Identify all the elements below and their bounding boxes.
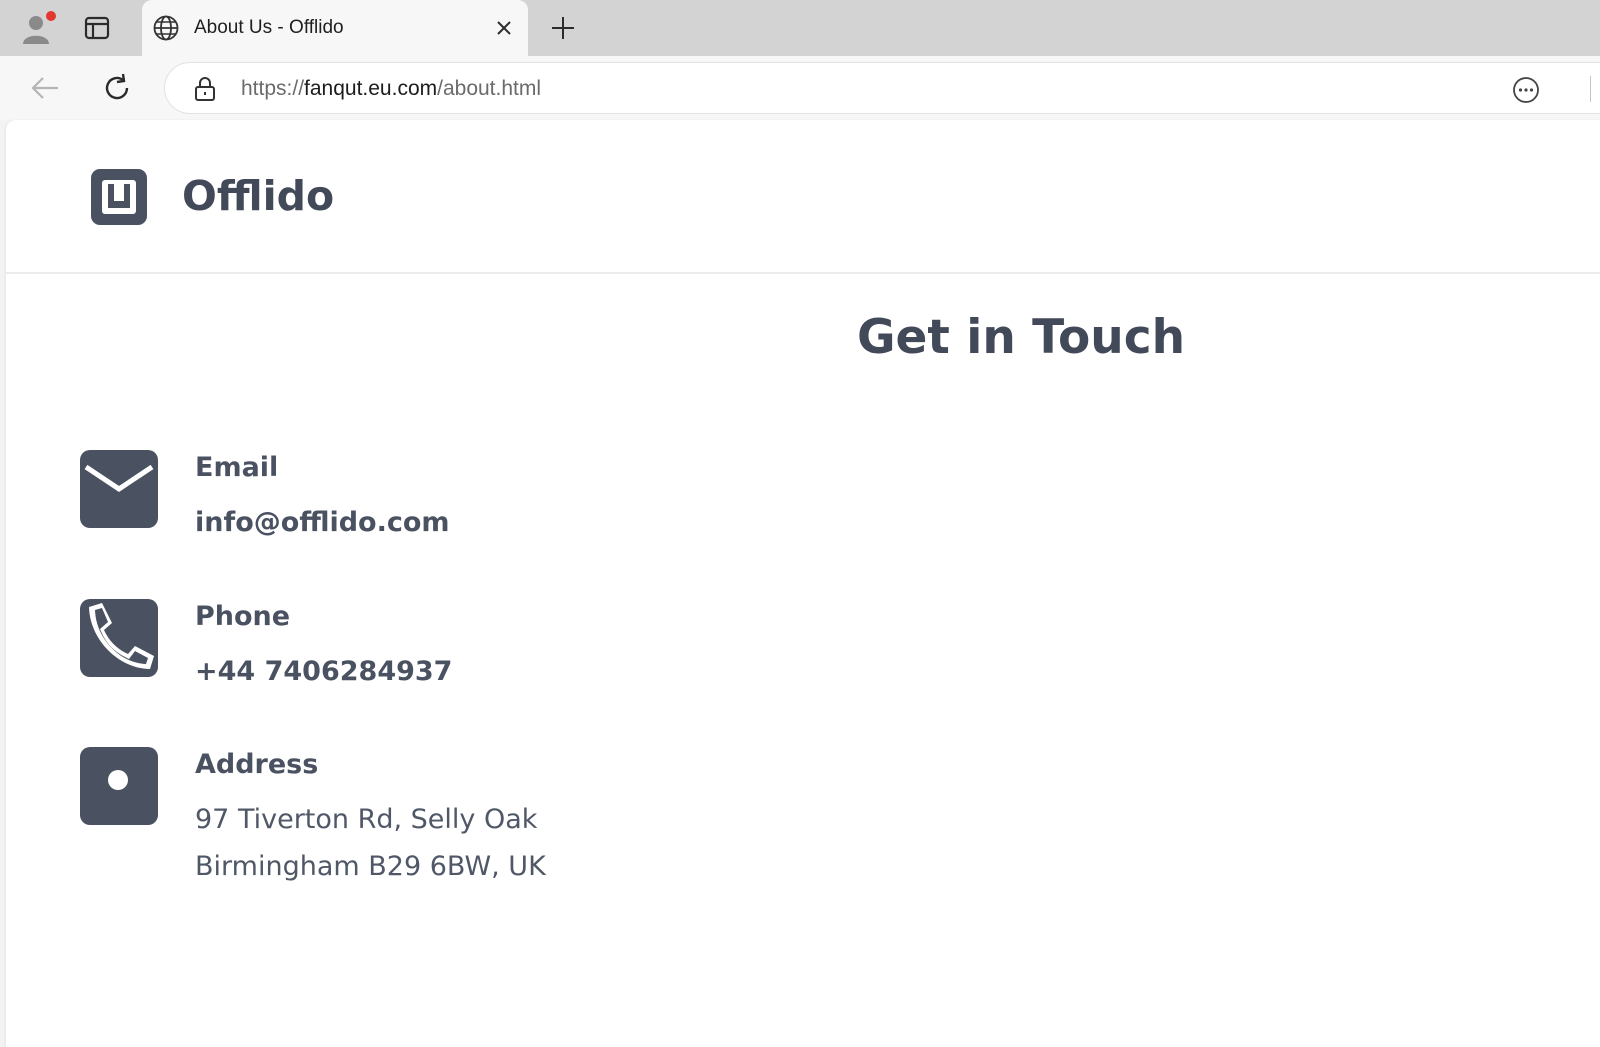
address-line-1: 97 Tiverton Rd, Selly Oak	[195, 804, 538, 835]
handset-shape	[89, 603, 154, 669]
phone-label: Phone	[195, 601, 291, 632]
notification-dot	[46, 11, 56, 21]
reload-button[interactable]	[100, 72, 134, 104]
reload-icon	[105, 73, 129, 100]
address-label: Address	[195, 749, 319, 780]
back-arrow-icon	[31, 77, 58, 99]
address-bar[interactable]: https://fanqut.eu.com/about.html	[164, 62, 1600, 114]
location-pin-icon	[80, 747, 158, 825]
more-options-icon	[1513, 77, 1539, 103]
tab-close-button[interactable]	[490, 14, 518, 42]
tab-actions-icon	[84, 16, 110, 40]
url-text[interactable]: https://fanqut.eu.com/about.html	[241, 77, 541, 101]
lock-icon[interactable]	[193, 76, 217, 102]
url-path: /about.html	[437, 77, 542, 100]
back-button[interactable]	[28, 72, 62, 104]
toolbar-divider	[1590, 76, 1591, 102]
browser-tab-strip: About Us - Offlido	[0, 0, 1600, 56]
url-scheme: https://	[241, 77, 305, 100]
globe-icon	[153, 15, 179, 41]
logo-icon[interactable]	[91, 169, 147, 225]
email-icon	[80, 450, 158, 528]
plus-icon	[552, 17, 574, 39]
site-header: Offlido	[6, 120, 1600, 274]
profile-button[interactable]	[16, 10, 56, 46]
browser-toolbar: https://fanqut.eu.com/about.html	[0, 56, 1600, 120]
active-tab[interactable]: About Us - Offlido	[142, 0, 528, 56]
phone-icon	[80, 599, 158, 677]
email-label: Email	[195, 452, 279, 483]
close-icon	[497, 21, 511, 35]
tab-actions-button[interactable]	[80, 12, 114, 44]
envelope-shape	[84, 464, 154, 493]
new-tab-button[interactable]	[546, 12, 580, 44]
more-options-button[interactable]	[1511, 75, 1541, 105]
logo-mark-shape	[102, 180, 136, 214]
brand-name[interactable]: Offlido	[182, 172, 334, 220]
url-host: fanqut.eu.com	[304, 77, 438, 100]
address-line-2: Birmingham B29 6BW, UK	[195, 851, 546, 882]
email-value[interactable]: info@offlido.com	[195, 507, 450, 538]
phone-value[interactable]: +44 7406284937	[195, 656, 452, 687]
tab-title: About Us - Offlido	[194, 17, 344, 38]
pin-dot-shape	[108, 770, 128, 790]
page-viewport: Offlido Get in Touch Email info@offlido.…	[6, 120, 1600, 1047]
section-title: Get in Touch	[856, 310, 1186, 365]
